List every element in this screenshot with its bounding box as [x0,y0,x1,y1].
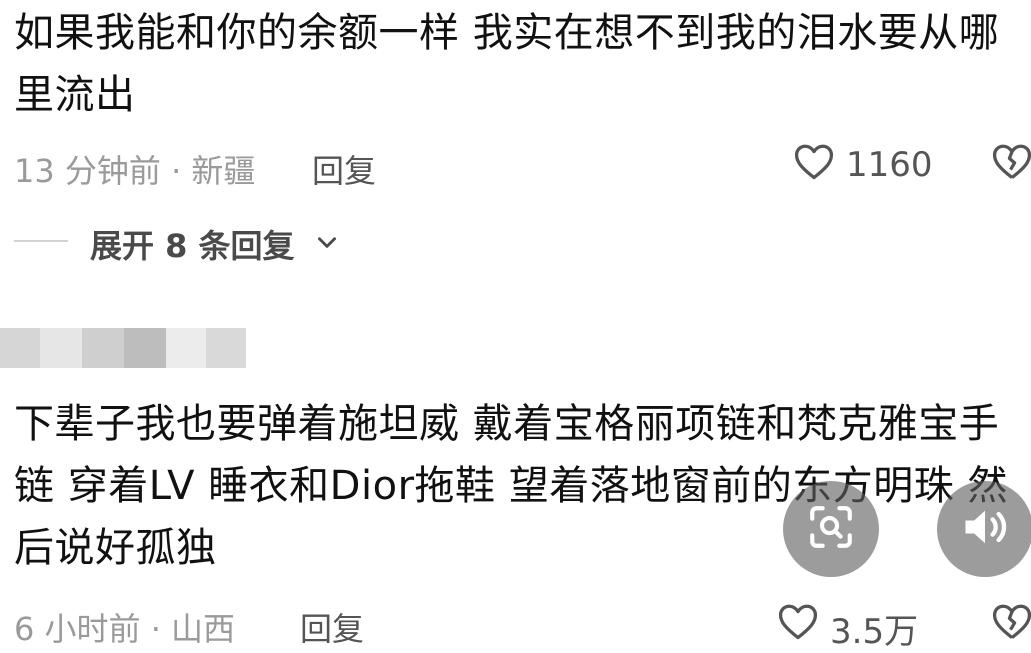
broken-heart-icon[interactable] [990,600,1031,648]
comment-text-line: 如果我能和你的余额一样 我实在想不到我的泪水要从哪 [14,10,1000,56]
mosaic-block [82,328,124,368]
speaker-icon [959,501,1011,557]
divider-line [14,240,68,242]
mosaic-block [40,328,82,368]
mosaic-block [166,328,206,368]
reply-button[interactable]: 回复 [300,604,364,650]
sound-button[interactable] [937,481,1031,577]
comment-text: 如果我能和你的余额一样 我实在想不到我的泪水要从哪 里流出 [14,2,999,126]
comment-meta: 13 分钟前 · 新疆 [14,152,256,190]
image-search-button[interactable] [783,481,879,577]
broken-heart-icon[interactable] [990,140,1031,188]
mosaic-block [0,328,40,368]
heart-icon[interactable] [776,600,820,648]
comment-text-line: 里流出 [14,72,136,118]
mosaic-block [124,328,166,368]
chevron-down-icon[interactable] [314,229,340,259]
reply-button[interactable]: 回复 [312,146,376,192]
mosaic-block [206,328,246,368]
expand-replies-label[interactable]: 展开 8 条回复 [90,221,295,267]
image-search-icon [806,502,856,556]
comment-text-line: 下辈子我也要弹着施坦威 戴着宝格丽项链和梵克雅宝手 [14,401,1000,447]
comment-meta: 6 小时前 · 山西 [14,610,236,648]
heart-icon[interactable] [792,140,836,188]
like-count: 3.5万 [830,612,919,652]
like-count: 1160 [846,145,933,185]
